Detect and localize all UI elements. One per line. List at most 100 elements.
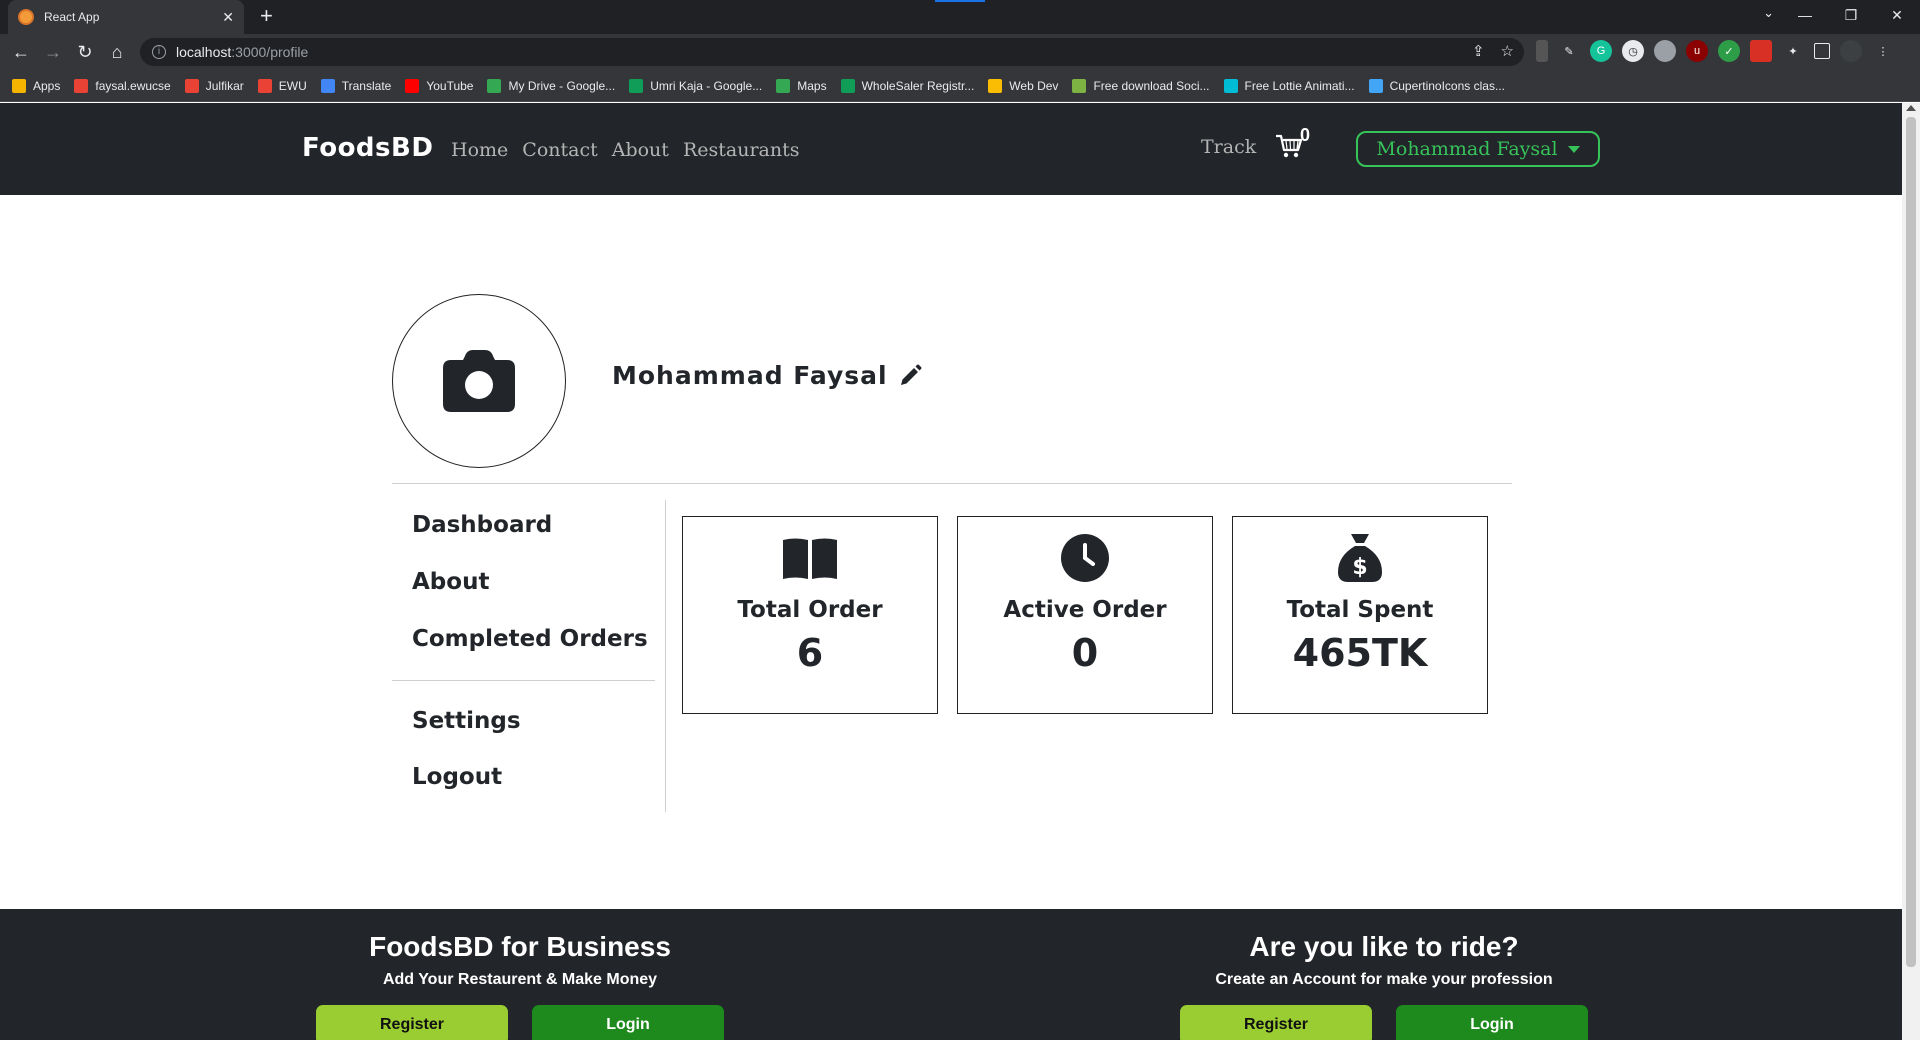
restore-icon[interactable]: ❐ — [1828, 0, 1874, 30]
profile-avatar-icon[interactable] — [1840, 40, 1862, 62]
tab-strip-accent — [935, 0, 985, 2]
bookmark-label: Translate — [341, 78, 392, 93]
pen-extension-icon[interactable]: ✎ — [1558, 40, 1580, 62]
edit-pencil-icon[interactable] — [898, 364, 922, 388]
brand-logo[interactable]: FoodsBD — [302, 133, 433, 163]
tab-search-chevron-icon[interactable]: ⌄ — [1763, 5, 1774, 21]
url-path: :3000/profile — [231, 44, 309, 60]
scroll-thumb[interactable] — [1906, 117, 1916, 967]
bookmark-item[interactable]: Free download Soci... — [1072, 78, 1210, 93]
footer-business: FoodsBD for Business Add Your Restaurent… — [310, 909, 730, 1040]
nav-link-contact[interactable]: Contact — [522, 139, 597, 161]
profile-avatar-upload[interactable] — [392, 294, 566, 468]
cart-count-badge: 0 — [1300, 125, 1311, 145]
stat-value: 465TK — [1292, 631, 1428, 675]
site-navbar: FoodsBD Home Contact About Restaurants T… — [0, 103, 1902, 195]
page-scrollbar[interactable] — [1902, 103, 1920, 1040]
profile-divider — [392, 483, 1512, 484]
back-arrow-icon[interactable]: ← — [8, 39, 34, 65]
site-info-icon[interactable]: i — [152, 45, 166, 59]
bookmark-favicon-icon — [257, 78, 272, 93]
browser-tab[interactable]: React App ✕ — [8, 0, 244, 34]
address-bar[interactable]: i localhost:3000/profile ⇪ ☆ — [140, 38, 1524, 66]
bookmark-favicon-icon — [184, 78, 199, 93]
bookmark-item[interactable]: Apps — [12, 78, 60, 93]
ublock-icon[interactable]: u — [1686, 40, 1708, 62]
new-tab-button[interactable]: + — [260, 4, 273, 28]
bookmark-label: EWU — [278, 78, 307, 93]
clock-icon — [1061, 534, 1109, 582]
bookmark-item[interactable]: Translate — [320, 78, 392, 93]
tab-title: React App — [44, 10, 100, 24]
footer-rider-title: Are you like to ride? — [1249, 931, 1519, 962]
bookmark-item[interactable]: My Drive - Google... — [487, 78, 616, 93]
grammarly-icon[interactable]: G — [1590, 40, 1612, 62]
rider-login-button[interactable]: Login — [1396, 1005, 1588, 1040]
bookmark-favicon-icon — [629, 78, 644, 93]
footer-business-title: FoodsBD for Business — [369, 931, 671, 962]
business-register-button[interactable]: Register — [316, 1005, 508, 1040]
caret-down-icon — [1567, 145, 1580, 153]
profile-page: FoodsBD Home Contact About Restaurants T… — [0, 103, 1902, 1040]
bookmark-label: Maps — [797, 78, 827, 93]
side-panel-icon[interactable] — [1814, 43, 1830, 59]
svg-text:$: $ — [1352, 555, 1367, 580]
url-host: localhost — [176, 44, 232, 60]
timer-extension-icon[interactable]: ◷ — [1622, 40, 1644, 62]
menu-item-settings[interactable]: Settings — [412, 708, 521, 734]
cart-icon[interactable] — [1275, 133, 1303, 164]
home-icon[interactable]: ⌂ — [104, 39, 130, 65]
bookmark-star-icon[interactable]: ☆ — [1501, 42, 1514, 60]
profile-side-menu: Dashboard About Completed Orders Setting… — [392, 500, 666, 812]
footer-business-actions: Register Login — [310, 1005, 730, 1040]
device-icon[interactable] — [1536, 40, 1548, 62]
bookmark-item[interactable]: CupertinoIcons clas... — [1368, 78, 1505, 93]
menu-item-logout[interactable]: Logout — [412, 764, 502, 790]
red-extension-icon[interactable] — [1750, 40, 1772, 62]
stat-label: Total Order — [737, 597, 883, 623]
business-login-button[interactable]: Login — [532, 1005, 724, 1040]
menu-item-dashboard[interactable]: Dashboard — [412, 512, 552, 538]
cloud-extension-icon[interactable] — [1654, 40, 1676, 62]
bookmark-favicon-icon — [405, 78, 420, 93]
close-window-icon[interactable]: ✕ — [1874, 0, 1920, 30]
camera-icon — [443, 350, 515, 412]
bookmark-item[interactable]: YouTube — [405, 78, 473, 93]
bookmark-item[interactable]: Julfikar — [184, 78, 244, 93]
shield-extension-icon[interactable]: ✓ — [1718, 40, 1740, 62]
nav-link-about[interactable]: About — [612, 139, 669, 161]
menu-item-completed-orders[interactable]: Completed Orders — [412, 626, 648, 652]
bookmark-item[interactable]: Maps — [776, 78, 827, 93]
extensions-puzzle-icon[interactable]: ✦ — [1782, 40, 1804, 62]
window-controls: — ❐ ✕ — [1782, 0, 1920, 30]
user-dropdown-button[interactable]: Mohammad Faysal — [1356, 131, 1600, 167]
nav-link-restaurants[interactable]: Restaurants — [683, 139, 800, 161]
stat-card-active-order: Active Order 0 — [957, 516, 1213, 714]
bookmark-label: CupertinoIcons clas... — [1389, 78, 1505, 93]
tab-close-icon[interactable]: ✕ — [222, 9, 234, 26]
bookmark-favicon-icon — [320, 78, 335, 93]
reload-icon[interactable]: ↻ — [72, 39, 98, 65]
bookmark-item[interactable]: WholeSaler Registr... — [840, 78, 974, 93]
bookmark-item[interactable]: Web Dev — [988, 78, 1058, 93]
bookmarks-bar: Apps faysal.ewucse Julfikar EWU Translate You… — [0, 70, 1920, 102]
forward-arrow-icon[interactable]: → — [40, 39, 66, 65]
nav-link-home[interactable]: Home — [451, 139, 508, 161]
bookmark-label: Umri Kaja - Google... — [650, 78, 763, 93]
bookmark-item[interactable]: Free Lottie Animati... — [1223, 78, 1355, 93]
rider-register-button[interactable]: Register — [1180, 1005, 1372, 1040]
bookmark-item[interactable]: faysal.ewucse — [74, 78, 171, 93]
menu-kebab-icon[interactable]: ⋮ — [1872, 40, 1894, 62]
bookmark-label: My Drive - Google... — [508, 78, 616, 93]
bookmark-favicon-icon — [74, 78, 89, 93]
share-icon[interactable]: ⇪ — [1472, 42, 1485, 60]
site-footer: FoodsBD for Business Add Your Restaurent… — [0, 909, 1902, 1040]
react-favicon-icon — [18, 9, 34, 25]
bookmark-item[interactable]: Umri Kaja - Google... — [629, 78, 763, 93]
menu-item-about[interactable]: About — [412, 569, 489, 595]
footer-rider-subtitle: Create an Account for make your professi… — [1215, 971, 1553, 988]
scroll-up-arrow-icon[interactable] — [1906, 105, 1916, 111]
minimize-icon[interactable]: — — [1782, 0, 1828, 30]
track-link[interactable]: Track — [1201, 136, 1256, 158]
bookmark-item[interactable]: EWU — [257, 78, 307, 93]
